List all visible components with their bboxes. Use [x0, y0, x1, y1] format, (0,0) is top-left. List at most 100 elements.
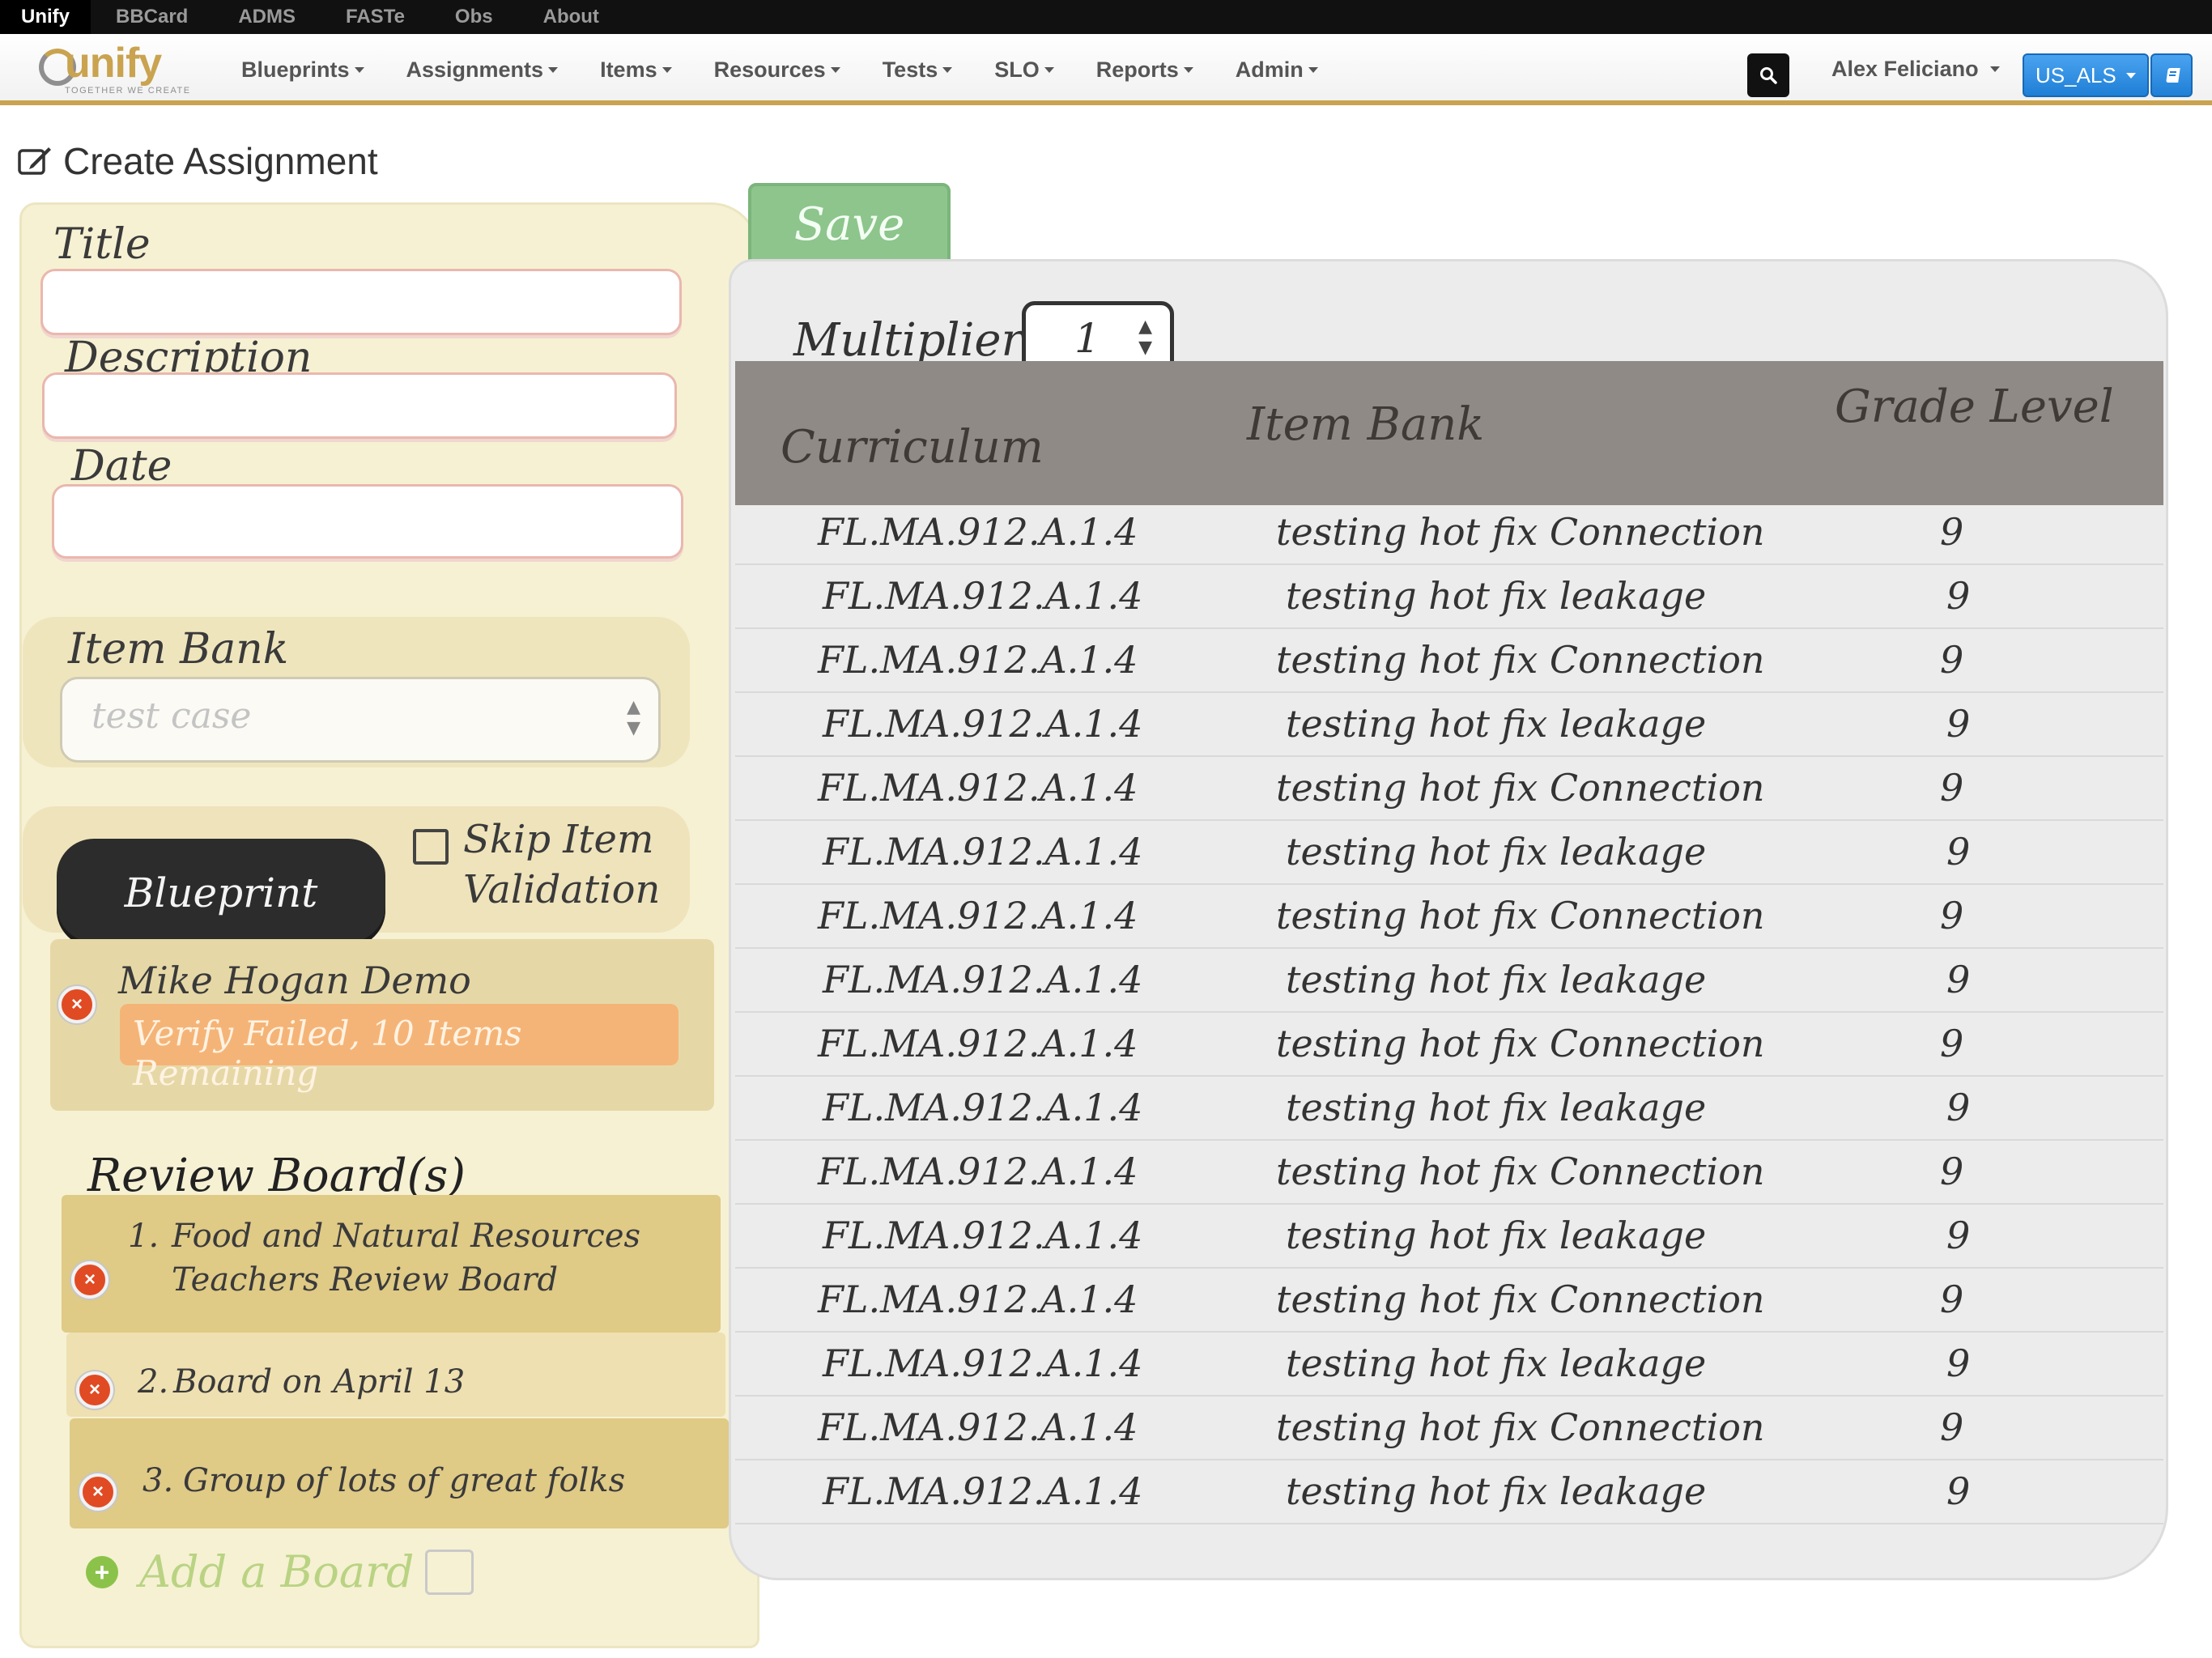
cell-item-bank: testing hot fix Connection: [1276, 766, 1765, 810]
app-tab-obs[interactable]: Obs: [430, 0, 518, 34]
app-tab-unify[interactable]: Unify: [0, 0, 91, 34]
menu-label: Blueprints: [241, 57, 350, 82]
menu-admin[interactable]: Admin: [1236, 57, 1318, 83]
column-header-grade-level[interactable]: Grade Level: [1835, 380, 2114, 433]
menu-label: SLO: [994, 57, 1040, 82]
cell-item-bank: testing hot fix Connection: [1276, 1022, 1765, 1065]
cell-item-bank: testing hot fix leakage: [1286, 1214, 1707, 1257]
menu-label: Admin: [1235, 57, 1304, 82]
cell-item-bank: testing hot fix Connection: [1276, 510, 1765, 554]
save-button[interactable]: Save: [748, 183, 951, 267]
remove-board-button[interactable]: ×: [76, 1371, 113, 1409]
caret-down-icon: [548, 66, 559, 73]
edit-icon: [18, 147, 51, 175]
cell-item-bank: testing hot fix leakage: [1286, 1086, 1707, 1129]
menu-reports[interactable]: Reports: [1096, 57, 1193, 83]
date-input[interactable]: [52, 484, 683, 559]
cell-item-bank: testing hot fix leakage: [1286, 1341, 1707, 1385]
board-name: Food and Natural Resources Teachers Revi…: [172, 1218, 641, 1299]
unify-logo[interactable]: unify TOGETHER WE CREATE: [39, 40, 201, 96]
caret-down-icon: [661, 66, 672, 73]
remove-icon: ×: [91, 1481, 104, 1503]
caret-down-icon: [942, 66, 953, 73]
cell-grade-level: 9: [1940, 894, 1964, 937]
cell-item-bank: testing hot fix leakage: [1286, 958, 1707, 1001]
app-tab-faste[interactable]: FASTe: [321, 0, 430, 34]
cell-curriculum: FL.MA.912.A.1.4: [823, 830, 1143, 874]
row-divider: [735, 1203, 2163, 1205]
app-tab-about[interactable]: About: [518, 0, 624, 34]
logo-tagline: TOGETHER WE CREATE: [65, 86, 191, 96]
row-divider: [735, 1331, 2163, 1333]
row-divider: [735, 627, 2163, 629]
cell-item-bank: testing hot fix Connection: [1276, 894, 1765, 937]
row-divider: [735, 947, 2163, 949]
logo-text: unify: [65, 40, 162, 87]
menu-slo[interactable]: SLO: [994, 57, 1054, 83]
user-menu[interactable]: Alex Feliciano: [1831, 57, 2000, 82]
cell-item-bank: testing hot fix Connection: [1276, 1150, 1765, 1193]
menu-blueprints[interactable]: Blueprints: [241, 57, 364, 83]
blueprint-search-button[interactable]: Blueprint Search: [57, 839, 385, 1025]
app-tab-adms[interactable]: ADMS: [213, 0, 321, 34]
external-link-icon: [425, 1549, 474, 1595]
menu-assignments[interactable]: Assignments: [406, 57, 559, 83]
row-divider: [735, 819, 2163, 821]
app-tab-bbcard[interactable]: BBCard: [91, 0, 213, 34]
cell-curriculum: FL.MA.912.A.1.4: [823, 1214, 1143, 1257]
cell-item-bank: testing hot fix leakage: [1286, 830, 1707, 874]
item-bank-label: Item Bank: [68, 625, 289, 674]
board-number: 1.: [128, 1218, 160, 1255]
item-bank-select[interactable]: test case ▲ ▼: [60, 677, 661, 763]
row-divider: [735, 563, 2163, 565]
cell-grade-level: 9: [1940, 1022, 1964, 1065]
cell-item-bank: testing hot fix leakage: [1286, 574, 1707, 618]
cell-grade-level: 9: [1940, 510, 1964, 554]
title-input[interactable]: [40, 269, 682, 335]
cell-curriculum: FL.MA.912.A.1.4: [823, 1341, 1143, 1385]
menu-items[interactable]: Items: [600, 57, 672, 83]
main-navbar: unify TOGETHER WE CREATE Blueprints Assi…: [0, 34, 2212, 105]
add-board-label: Add a Board: [139, 1546, 415, 1597]
caret-down-icon: [830, 66, 840, 73]
remove-blueprint-button[interactable]: ×: [58, 986, 96, 1023]
cell-curriculum: FL.MA.912.A.1.4: [818, 1405, 1138, 1449]
caret-down-icon: [1044, 66, 1054, 73]
title-label: Title: [53, 220, 151, 269]
cell-item-bank: testing hot fix Connection: [1276, 1405, 1765, 1449]
board-number: 2.: [138, 1363, 169, 1401]
multiplier-label: Multiplier: [793, 314, 1023, 367]
cell-item-bank: testing hot fix leakage: [1286, 702, 1707, 746]
menu-tests[interactable]: Tests: [883, 57, 953, 83]
cell-grade-level: 9: [1946, 1086, 1971, 1129]
add-board-button[interactable]: + Add a Board: [86, 1546, 474, 1597]
caret-down-icon: [2125, 72, 2136, 79]
row-divider: [735, 755, 2163, 757]
cell-curriculum: FL.MA.912.A.1.4: [823, 702, 1143, 746]
cell-grade-level: 9: [1946, 574, 1971, 618]
cell-curriculum: FL.MA.912.A.1.4: [818, 1150, 1138, 1193]
book-icon: [2166, 68, 2180, 83]
search-button[interactable]: [1747, 53, 1789, 97]
book-button[interactable]: [2150, 53, 2193, 97]
verify-status-bar: Verify Failed, 10 Items Remaining: [120, 1004, 678, 1093]
description-textarea[interactable]: [42, 372, 677, 439]
cell-curriculum: FL.MA.912.A.1.4: [818, 766, 1138, 810]
remove-board-button[interactable]: ×: [71, 1261, 108, 1299]
cell-grade-level: 9: [1946, 702, 1971, 746]
cell-curriculum: FL.MA.912.A.1.4: [823, 1086, 1143, 1129]
remove-icon: ×: [83, 1269, 96, 1290]
menu-label: Resources: [713, 57, 826, 82]
column-header-curriculum[interactable]: Curriculum: [781, 421, 1044, 474]
item-bank-value: test case: [91, 695, 252, 737]
remove-board-button[interactable]: ×: [79, 1473, 117, 1511]
org-selector-button[interactable]: US_ALS: [2023, 53, 2149, 97]
column-header-item-bank[interactable]: Item Bank: [1247, 398, 1484, 451]
menu-resources[interactable]: Resources: [714, 57, 840, 83]
cell-item-bank: testing hot fix Connection: [1276, 638, 1765, 682]
board-name: Group of lots of great folks: [183, 1462, 626, 1499]
skip-validation-label: Skip Item Validation: [463, 817, 661, 912]
skip-validation-checkbox[interactable]: [413, 829, 449, 865]
row-divider: [735, 1395, 2163, 1397]
plus-icon: +: [86, 1555, 118, 1588]
